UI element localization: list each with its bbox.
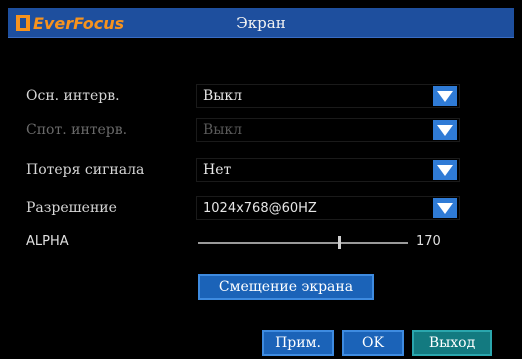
alpha-value: 170 [416, 234, 441, 249]
resolution-select[interactable]: 1024x768@60HZ [196, 196, 460, 220]
spot-interval-label: Спот. интерв. [26, 122, 128, 138]
spot-interval-select[interactable]: Выкл [196, 118, 460, 142]
main-interval-label: Осн. интерв. [26, 88, 120, 104]
resolution-value: 1024x768@60HZ [203, 200, 317, 216]
setting-row-signal-loss: Потеря сигнала [26, 158, 196, 182]
setting-row-spot-interval: Спот. интерв. [26, 118, 196, 142]
setting-row-resolution: Разрешение [26, 196, 196, 220]
chevron-down-icon[interactable] [433, 120, 457, 140]
page-title: Экран [236, 14, 286, 32]
exit-button[interactable]: Выход [412, 330, 492, 356]
alpha-slider-thumb[interactable] [338, 236, 341, 249]
title-bar: EverFocus Экран [8, 8, 514, 38]
screen-shift-button[interactable]: Смещение экрана [198, 274, 374, 300]
chevron-down-icon[interactable] [433, 86, 457, 106]
signal-loss-label: Потеря сигнала [26, 162, 145, 178]
alpha-slider-track[interactable] [198, 242, 408, 244]
spot-interval-value: Выкл [203, 122, 243, 138]
signal-loss-select[interactable]: Нет [196, 158, 460, 182]
alpha-label: ALPHA [26, 234, 69, 249]
apply-button[interactable]: Прим. [262, 330, 334, 356]
main-interval-select[interactable]: Выкл [196, 84, 460, 108]
ok-button[interactable]: OK [342, 330, 404, 356]
signal-loss-value: Нет [203, 162, 232, 178]
chevron-down-icon[interactable] [433, 160, 457, 180]
resolution-label: Разрешение [26, 200, 117, 216]
chevron-down-icon[interactable] [433, 198, 457, 218]
setting-row-main-interval: Осн. интерв. [26, 84, 196, 108]
main-interval-value: Выкл [203, 88, 243, 104]
